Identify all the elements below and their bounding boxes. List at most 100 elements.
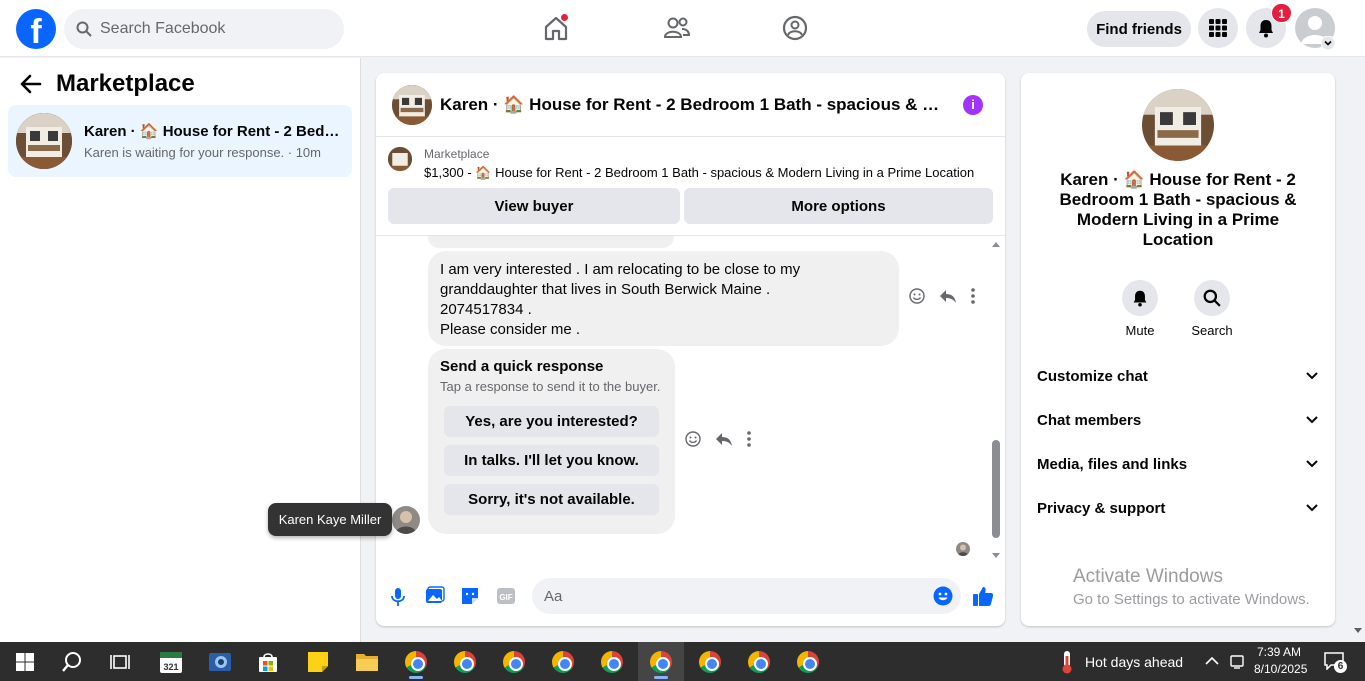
quick-response-card: Send a quick response Tap a response to …	[428, 349, 675, 534]
message-line: granddaughter that lives in South Berwic…	[440, 281, 771, 298]
windows-taskbar: 321 Hot days ahead 7:39 AM 8/10/2025 6	[0, 642, 1365, 681]
sticky-notes-icon[interactable]	[305, 649, 331, 675]
view-buyer-button[interactable]: View buyer	[388, 188, 680, 224]
chevron-down-icon	[1306, 504, 1318, 512]
quick-response-in-talks-button[interactable]: In talks. I'll let you know.	[444, 445, 659, 476]
quick-response-title: Send a quick response	[440, 358, 604, 375]
privacy-support-row[interactable]: Privacy & support	[1037, 496, 1319, 520]
chrome-window-1-icon[interactable]	[403, 649, 429, 675]
back-arrow-icon[interactable]	[20, 74, 42, 94]
photo-viewer-icon[interactable]	[207, 649, 233, 675]
activate-windows-watermark: Activate Windows Go to Settings to activ…	[1073, 566, 1310, 608]
message-line: 2074517834 .	[440, 301, 532, 318]
chrome-window-8-icon[interactable]	[746, 649, 772, 675]
page-title: Marketplace	[56, 70, 195, 97]
quick-response-not-available-button[interactable]: Sorry, it's not available.	[444, 484, 659, 515]
notification-center-icon[interactable]: 6	[1324, 652, 1347, 673]
running-indicator	[654, 676, 668, 679]
chrome-window-9-icon[interactable]	[795, 649, 821, 675]
details-title: Karen · 🏠 House for Rent - 2 Bedroom 1 B…	[1059, 170, 1297, 249]
clock-date[interactable]: 8/10/2025	[1254, 662, 1307, 676]
quick-response-actions	[685, 431, 751, 447]
microphone-icon[interactable]	[390, 587, 406, 607]
sender-avatar[interactable]	[392, 506, 420, 534]
search-bar[interactable]	[64, 9, 344, 49]
watermark-title: Activate Windows	[1073, 566, 1223, 587]
task-view-icon[interactable]	[107, 649, 133, 675]
search-conversation-button[interactable]: Search	[1182, 280, 1242, 338]
page-scrollbar[interactable]	[1351, 0, 1365, 642]
mute-label: Mute	[1125, 323, 1155, 338]
media-files-links-row[interactable]: Media, files and links	[1037, 452, 1319, 476]
listing-small-thumbnail	[388, 147, 412, 171]
sticker-icon[interactable]	[460, 586, 480, 606]
scrollbar-thumb[interactable]	[992, 440, 1000, 538]
message-line: Please consider me .	[440, 321, 581, 338]
page-scroll-down-icon[interactable]	[1354, 628, 1362, 634]
menu-grid-icon[interactable]	[1198, 8, 1238, 48]
chrome-window-5-icon[interactable]	[599, 649, 625, 675]
top-navigation-bar: f Find friends 1	[0, 0, 1365, 57]
section-label: Privacy & support	[1037, 499, 1166, 517]
listing-summary[interactable]: Marketplace $1,300 - 🏠 House for Rent - …	[388, 147, 974, 181]
search-input[interactable]	[100, 20, 320, 38]
file-explorer-icon[interactable]	[354, 649, 380, 675]
notification-badge: 1	[1271, 3, 1292, 23]
more-options-button[interactable]: More options	[684, 188, 993, 224]
search-icon	[76, 21, 92, 37]
chrome-window-3-icon[interactable]	[501, 649, 527, 675]
reply-icon[interactable]	[939, 288, 957, 304]
customize-chat-row[interactable]: Customize chat	[1037, 364, 1319, 388]
microsoft-store-icon[interactable]	[255, 649, 281, 675]
chrome-window-2-icon[interactable]	[452, 649, 478, 675]
sidebar-header: Marketplace	[20, 70, 195, 98]
thermometer-weather-icon[interactable]	[1054, 649, 1080, 675]
scroll-up-icon[interactable]	[991, 240, 1001, 248]
like-thumbs-up-icon[interactable]	[972, 585, 994, 607]
network-icon[interactable]	[1230, 654, 1244, 670]
taskbar-search-icon[interactable]	[59, 649, 85, 675]
mute-button[interactable]: Mute	[1110, 280, 1170, 338]
chrome-window-7-icon[interactable]	[697, 649, 723, 675]
system-tray-chevron-up-icon[interactable]	[1205, 656, 1219, 666]
account-chevron-down-icon[interactable]	[1321, 36, 1335, 50]
chat-members-row[interactable]: Chat members	[1037, 408, 1319, 432]
listing-label: Marketplace	[424, 147, 490, 161]
chat-details-panel: Karen · 🏠 House for Rent - 2 Bedroom 1 B…	[1021, 73, 1335, 626]
info-icon[interactable]: i	[963, 95, 983, 115]
conversation-item[interactable]: Karen · 🏠 House for Rent - 2 Bedr... Kar…	[8, 105, 352, 177]
emoji-icon[interactable]	[933, 586, 953, 606]
message-scrollbar[interactable]	[989, 236, 1001, 565]
weather-text[interactable]: Hot days ahead	[1085, 654, 1183, 670]
calendar-day: 321	[163, 662, 178, 672]
message-input-field[interactable]	[532, 578, 961, 614]
friends-icon[interactable]	[662, 13, 692, 43]
react-emoji-icon[interactable]	[685, 431, 701, 447]
calendar-app-icon[interactable]: 321	[158, 649, 184, 675]
reply-icon[interactable]	[715, 431, 733, 447]
find-friends-button[interactable]: Find friends	[1087, 11, 1191, 47]
chat-header: Karen · 🏠 House for Rent - 2 Bedroom 1 B…	[376, 73, 1005, 137]
home-icon[interactable]	[541, 13, 571, 43]
windows-start-icon[interactable]	[12, 649, 38, 675]
chat-title[interactable]: Karen · 🏠 House for Rent - 2 Bedroom 1 B…	[440, 95, 945, 115]
more-vertical-icon[interactable]	[747, 431, 751, 447]
clock-time[interactable]: 7:39 AM	[1257, 645, 1301, 659]
more-vertical-icon[interactable]	[971, 288, 975, 304]
sender-name-tooltip: Karen Kaye Miller	[268, 503, 392, 536]
facebook-logo-icon[interactable]: f	[16, 9, 56, 49]
quick-response-yes-button[interactable]: Yes, are you interested?	[444, 406, 659, 437]
chat-header-avatar[interactable]	[392, 84, 432, 125]
scroll-down-icon[interactable]	[991, 552, 1001, 560]
buyer-message-bubble[interactable]: I am very interested . I am relocating t…	[428, 251, 899, 346]
photo-icon[interactable]	[425, 586, 445, 606]
chrome-window-6-icon[interactable]	[648, 649, 674, 675]
react-emoji-icon[interactable]	[909, 288, 925, 304]
message-actions	[909, 288, 975, 304]
details-avatar[interactable]	[1142, 89, 1214, 161]
chrome-window-4-icon[interactable]	[550, 649, 576, 675]
gif-icon[interactable]: GIF	[496, 586, 516, 606]
seen-receipt-avatar	[956, 542, 970, 556]
groups-icon[interactable]	[780, 13, 810, 43]
message-input[interactable]	[544, 587, 924, 605]
